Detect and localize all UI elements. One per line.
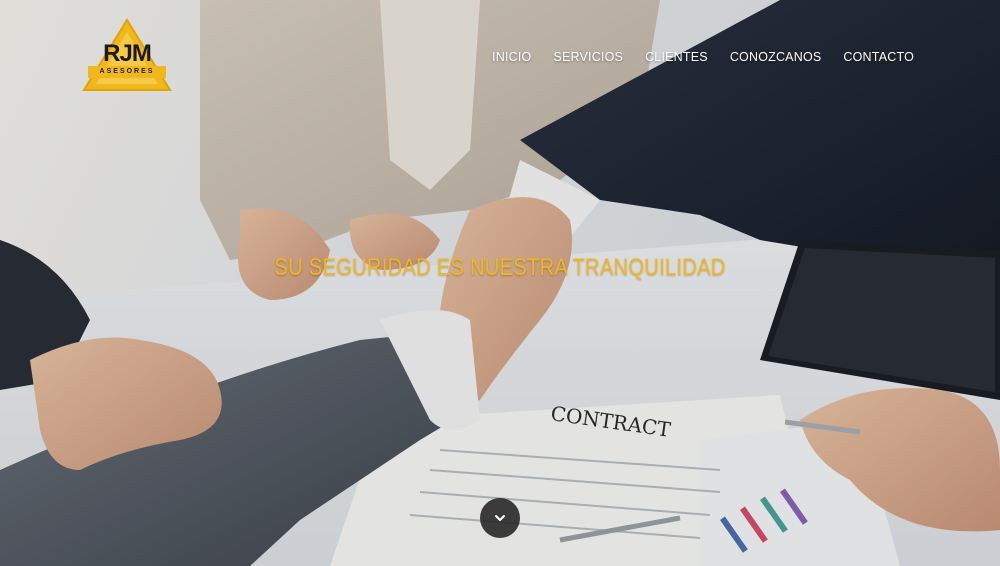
nav-item-inicio[interactable]: INICIO (492, 50, 531, 64)
logo-subtext: ASESORES (99, 68, 155, 75)
nav-item-clientes[interactable]: CLIENTES (645, 50, 708, 64)
brand-logo[interactable]: RJM ASESORES (82, 18, 172, 94)
scroll-down-button[interactable] (480, 498, 520, 538)
chevron-down-icon (495, 515, 505, 521)
hero-tagline: SU SEGURIDAD ES NUESTRA TRANQUILIDAD (274, 254, 726, 281)
logo-wordmark: RJM (103, 40, 152, 67)
nav-item-contacto[interactable]: CONTACTO (843, 50, 914, 64)
nav-item-conozcanos[interactable]: CONOZCANOS (730, 50, 822, 64)
nav-item-servicios[interactable]: SERVICIOS (553, 50, 623, 64)
main-navigation: INICIO SERVICIOS CLIENTES CONOZCANOS CON… (492, 50, 914, 64)
